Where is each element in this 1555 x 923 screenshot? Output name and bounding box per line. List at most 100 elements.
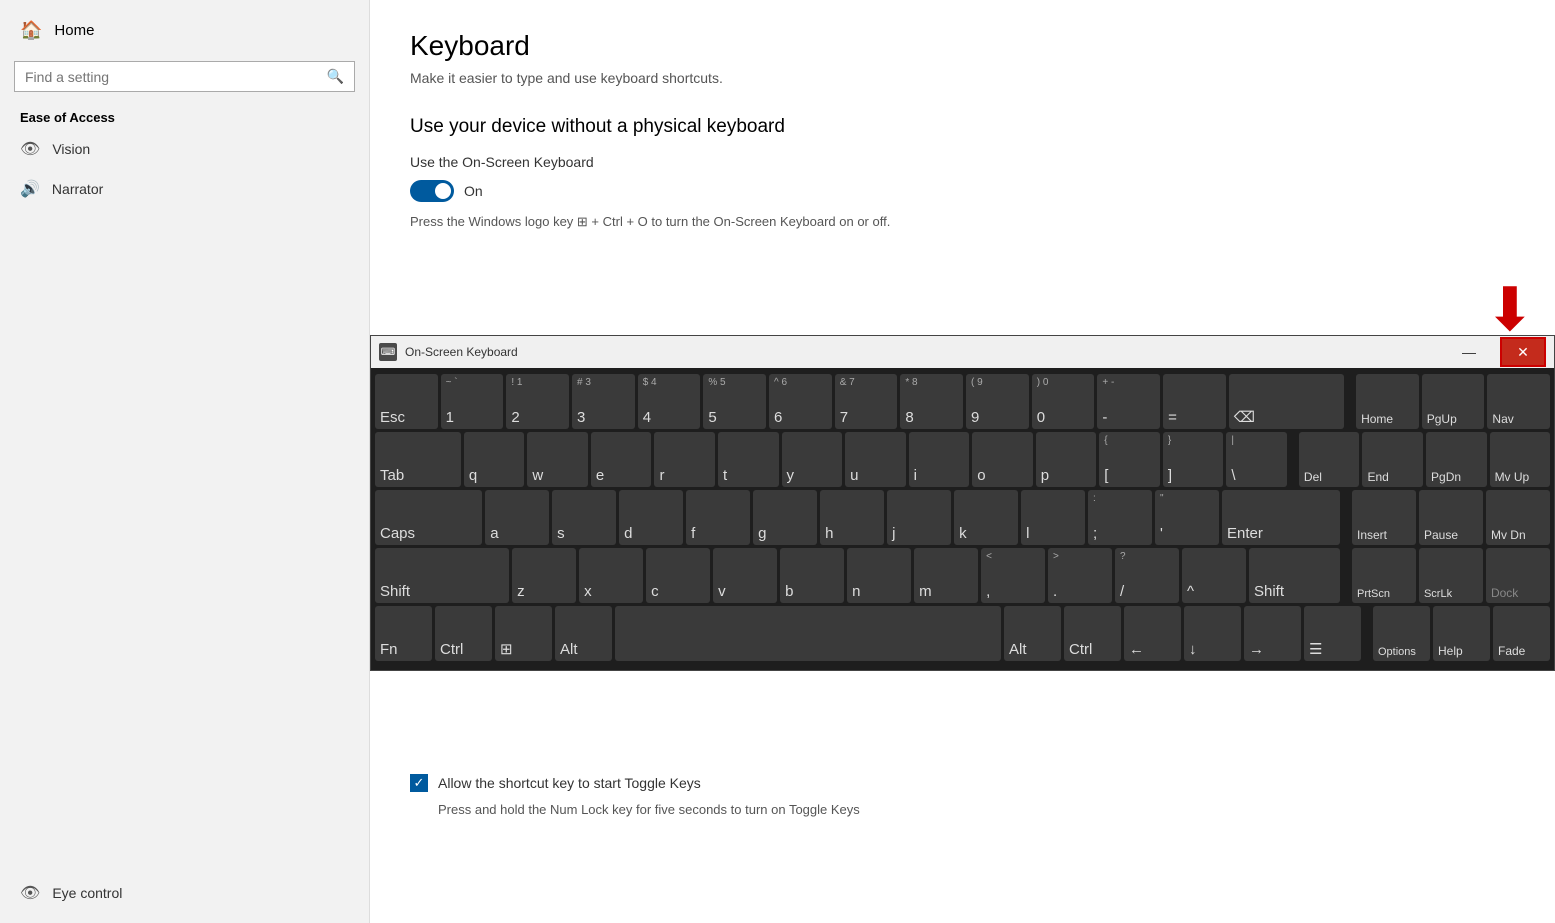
key-alt-r[interactable]: Alt <box>1004 606 1061 661</box>
key-caps[interactable]: Caps <box>375 490 482 545</box>
key-lbracket[interactable]: {[ <box>1099 432 1160 487</box>
key-home[interactable]: Home <box>1356 374 1419 429</box>
key-b[interactable]: b <box>780 548 844 603</box>
key-0[interactable]: ) 00 <box>1032 374 1095 429</box>
key-pgdn[interactable]: PgDn <box>1426 432 1487 487</box>
key-esc[interactable]: Esc <box>375 374 438 429</box>
search-bar[interactable]: 🔍 <box>14 61 355 92</box>
key-o[interactable]: o <box>972 432 1033 487</box>
key-9[interactable]: ( 99 <box>966 374 1029 429</box>
key-fade[interactable]: Fade <box>1493 606 1550 661</box>
key-alt-l[interactable]: Alt <box>555 606 612 661</box>
osk-titlebar: ⌨ On-Screen Keyboard — ✕ <box>371 336 1554 368</box>
key-dock[interactable]: Dock <box>1486 548 1550 603</box>
key-5[interactable]: % 55 <box>703 374 766 429</box>
sidebar-item-eye-control[interactable]: 👁 Eye control <box>0 873 369 913</box>
key-8[interactable]: * 88 <box>900 374 963 429</box>
key-1[interactable]: ~ `1 <box>441 374 504 429</box>
key-ctrl-r[interactable]: Ctrl <box>1064 606 1121 661</box>
key-menu[interactable]: ☰ <box>1304 606 1361 661</box>
key-prtscn[interactable]: PrtScn <box>1352 548 1416 603</box>
key-backslash[interactable]: |\ <box>1226 432 1287 487</box>
key-backspace[interactable]: ⌫ <box>1229 374 1344 429</box>
key-y[interactable]: y <box>782 432 843 487</box>
key-options[interactable]: Options <box>1373 606 1430 661</box>
key-caret[interactable]: ^ <box>1182 548 1246 603</box>
key-f[interactable]: f <box>686 490 750 545</box>
key-i[interactable]: i <box>909 432 970 487</box>
key-2[interactable]: ! 12 <box>506 374 569 429</box>
key-d[interactable]: d <box>619 490 683 545</box>
osk-titlebar-icon: ⌨ <box>379 343 397 361</box>
key-mvup[interactable]: Mv Up <box>1490 432 1551 487</box>
key-m[interactable]: m <box>914 548 978 603</box>
key-right[interactable]: → <box>1244 606 1301 661</box>
key-help[interactable]: Help <box>1433 606 1490 661</box>
key-h[interactable]: h <box>820 490 884 545</box>
key-q[interactable]: q <box>464 432 525 487</box>
key-tab[interactable]: Tab <box>375 432 461 487</box>
key-4[interactable]: $ 44 <box>638 374 701 429</box>
key-pgup[interactable]: PgUp <box>1422 374 1485 429</box>
key-down[interactable]: ↓ <box>1184 606 1241 661</box>
search-input[interactable] <box>25 69 327 85</box>
key-equals[interactable]: = <box>1163 374 1226 429</box>
key-insert[interactable]: Insert <box>1352 490 1416 545</box>
key-k[interactable]: k <box>954 490 1018 545</box>
key-p[interactable]: p <box>1036 432 1097 487</box>
key-nav[interactable]: Nav <box>1487 374 1550 429</box>
key-pause[interactable]: Pause <box>1419 490 1483 545</box>
key-e[interactable]: e <box>591 432 652 487</box>
key-n[interactable]: n <box>847 548 911 603</box>
section-heading: Use your device without a physical keybo… <box>410 116 1515 138</box>
key-v[interactable]: v <box>713 548 777 603</box>
key-win[interactable]: ⊞ <box>495 606 552 661</box>
key-ctrl-l[interactable]: Ctrl <box>435 606 492 661</box>
key-3[interactable]: # 33 <box>572 374 635 429</box>
key-minus[interactable]: + -- <box>1097 374 1160 429</box>
red-arrow: ⬇ <box>1485 280 1535 340</box>
key-a[interactable]: a <box>485 490 549 545</box>
toggle-keys-row: ✓ Allow the shortcut key to start Toggle… <box>410 774 1515 792</box>
osk-toggle[interactable] <box>410 180 454 202</box>
key-space[interactable] <box>615 606 1001 661</box>
sidebar: 🏠 Home 🔍 Ease of Access 👁 Vision 🔊 Narra… <box>0 0 370 923</box>
key-quote[interactable]: "' <box>1155 490 1219 545</box>
key-rbracket[interactable]: }] <box>1163 432 1224 487</box>
key-del[interactable]: Del <box>1299 432 1360 487</box>
key-s[interactable]: s <box>552 490 616 545</box>
key-left[interactable]: ← <box>1124 606 1181 661</box>
sidebar-item-vision[interactable]: 👁 Vision <box>0 129 369 169</box>
key-r[interactable]: r <box>654 432 715 487</box>
toggle-keys-hint: Press and hold the Num Lock key for five… <box>438 800 1515 820</box>
key-shift-l[interactable]: Shift <box>375 548 509 603</box>
key-period[interactable]: >. <box>1048 548 1112 603</box>
key-7[interactable]: & 77 <box>835 374 898 429</box>
key-c[interactable]: c <box>646 548 710 603</box>
key-6[interactable]: ^ 66 <box>769 374 832 429</box>
sidebar-item-label: Vision <box>52 141 90 157</box>
key-slash[interactable]: ?/ <box>1115 548 1179 603</box>
eye-control-icon: 👁 <box>20 883 40 903</box>
kb-row-2: Tab q w e r t y u i o p {[ }] |\ Del End… <box>375 432 1550 487</box>
key-enter[interactable]: Enter <box>1222 490 1340 545</box>
key-mvdn[interactable]: Mv Dn <box>1486 490 1550 545</box>
key-z[interactable]: z <box>512 548 576 603</box>
key-w[interactable]: w <box>527 432 588 487</box>
sidebar-item-narrator[interactable]: 🔊 Narrator <box>0 169 369 209</box>
key-scrlk[interactable]: ScrLk <box>1419 548 1483 603</box>
key-u[interactable]: u <box>845 432 906 487</box>
key-g[interactable]: g <box>753 490 817 545</box>
key-end[interactable]: End <box>1362 432 1423 487</box>
key-t[interactable]: t <box>718 432 779 487</box>
key-comma[interactable]: <, <box>981 548 1045 603</box>
key-x[interactable]: x <box>579 548 643 603</box>
toggle-keys-checkbox[interactable]: ✓ <box>410 774 428 792</box>
key-fn[interactable]: Fn <box>375 606 432 661</box>
kb-row-3: Caps a s d f g h j k l :; "' Enter Inser… <box>375 490 1550 545</box>
sidebar-home[interactable]: 🏠 Home <box>0 10 369 51</box>
key-semicolon[interactable]: :; <box>1088 490 1152 545</box>
key-j[interactable]: j <box>887 490 951 545</box>
key-l[interactable]: l <box>1021 490 1085 545</box>
key-shift-r[interactable]: Shift <box>1249 548 1340 603</box>
